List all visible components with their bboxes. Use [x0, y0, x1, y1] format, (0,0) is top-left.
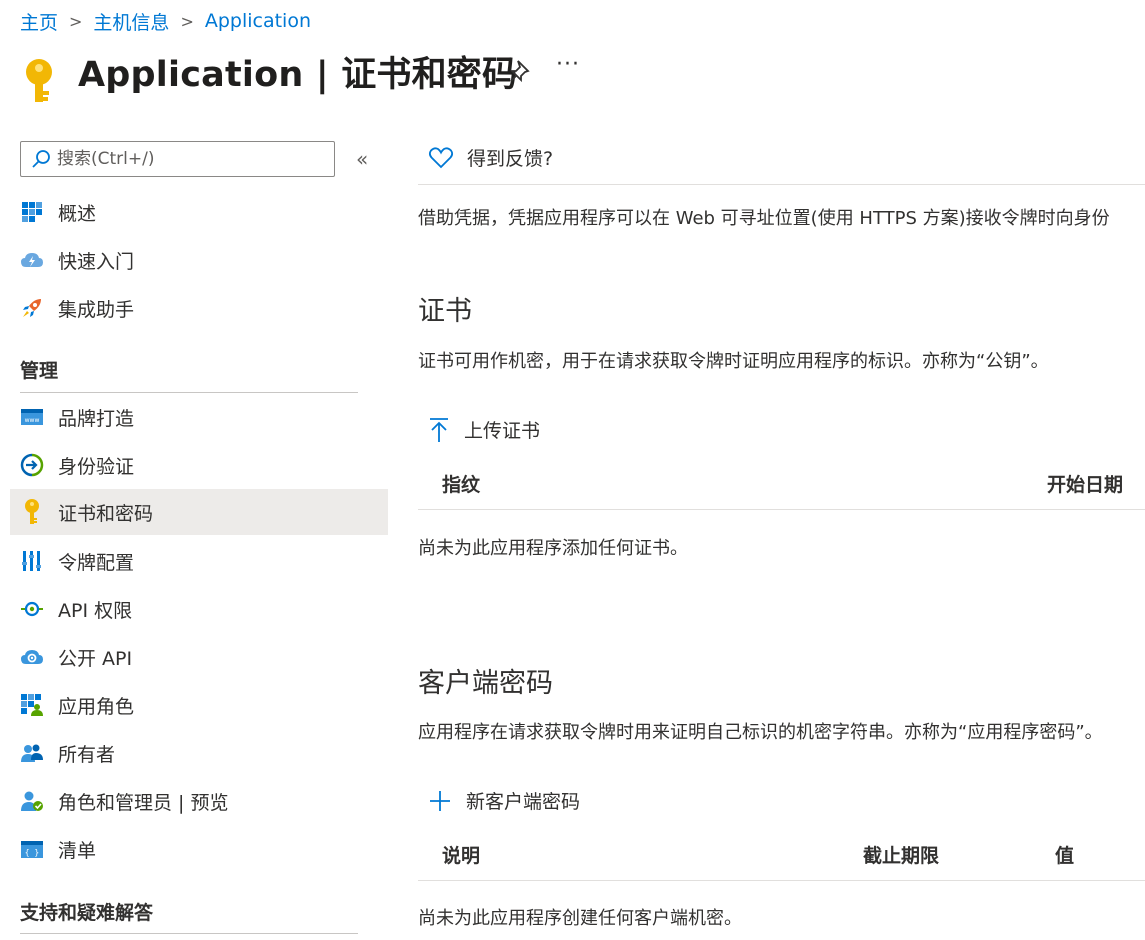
- svg-text:www: www: [25, 417, 40, 424]
- breadcrumb-app-link[interactable]: Application: [205, 10, 311, 32]
- sidebar-item-label: 角色和管理员 | 预览: [58, 791, 229, 814]
- sidebar-item-label: 令牌配置: [58, 551, 135, 574]
- new-client-secret-button[interactable]: 新客户端密码: [428, 787, 580, 814]
- sidebar-item-api-permissions[interactable]: API 权限: [10, 586, 388, 632]
- api-permissions-icon: [20, 597, 44, 621]
- client-secrets-description: 应用程序在请求获取令牌时用来证明自己标识的机密字符串。亦称为“应用程序密码”。: [418, 722, 1103, 743]
- add-icon: [430, 790, 450, 811]
- sidebar-item-integration-assistant[interactable]: 集成助手: [10, 285, 388, 331]
- column-header-expires[interactable]: 截止期限: [863, 841, 939, 868]
- sidebar-item-label: 公开 API: [58, 647, 133, 670]
- sidebar-item-label: 证书和密码: [58, 502, 154, 525]
- branding-www-icon: www: [20, 405, 44, 429]
- rocket-icon: [20, 296, 44, 320]
- feedback-button[interactable]: 得到反馈?: [428, 144, 553, 171]
- sidebar-item-label: 集成助手: [58, 298, 135, 321]
- owners-icon: [20, 741, 44, 765]
- search-icon: [32, 150, 50, 168]
- sidebar-item-manifest[interactable]: { } 清单: [10, 826, 388, 872]
- chevron-right-icon: >: [69, 11, 83, 31]
- certificates-description: 证书可用作机密，用于在请求获取令牌时证明应用程序的标识。亦称为“公钥”。: [418, 351, 1049, 372]
- authentication-icon: [20, 453, 44, 477]
- page-title: Application | 证书和密码: [78, 55, 518, 95]
- sidebar-divider: [20, 392, 358, 393]
- key-icon: [22, 58, 56, 106]
- key-icon: [20, 499, 44, 524]
- manifest-icon: { }: [20, 837, 44, 861]
- sidebar-item-owners[interactable]: 所有者: [10, 730, 388, 776]
- roles-admins-icon: [20, 789, 44, 813]
- chevron-right-icon: >: [180, 11, 194, 31]
- sidebar-item-token-configuration[interactable]: 令牌配置: [10, 538, 388, 584]
- sidebar-item-label: 品牌打造: [58, 407, 135, 430]
- sidebar-item-label: API 权限: [58, 599, 133, 622]
- column-header-description[interactable]: 说明: [442, 841, 480, 868]
- toolbar-divider: [418, 184, 1145, 185]
- expose-api-cloud-icon: [20, 645, 44, 669]
- search-box[interactable]: [20, 141, 335, 177]
- sidebar-item-label: 应用角色: [58, 695, 135, 718]
- certificates-empty-message: 尚未为此应用程序添加任何证书。: [418, 538, 688, 559]
- sidebar-item-branding[interactable]: www 品牌打造: [10, 394, 388, 440]
- sidebar-section-manage: 管理: [20, 360, 59, 382]
- credentials-intro: 借助凭据，凭据应用程序可以在 Web 可寻址位置(使用 HTTPS 方案)接收令…: [418, 208, 1110, 229]
- sidebar-item-overview[interactable]: 概述: [10, 189, 388, 235]
- upload-arrow-icon: [430, 417, 448, 442]
- table-divider: [418, 509, 1145, 510]
- heart-icon: [428, 146, 454, 168]
- column-header-start-date[interactable]: 开始日期: [1047, 470, 1123, 497]
- sidebar-item-label: 清单: [58, 839, 97, 862]
- sidebar-item-app-roles[interactable]: 应用角色: [10, 682, 388, 728]
- sidebar-item-label: 快速入门: [58, 250, 135, 273]
- overview-grid-icon: [20, 200, 44, 224]
- app-roles-icon: [20, 693, 44, 717]
- column-header-value[interactable]: 值: [1055, 841, 1074, 868]
- client-secrets-heading: 客户端密码: [418, 668, 553, 699]
- collapse-sidebar-button[interactable]: «: [356, 147, 368, 171]
- token-config-icon: [20, 549, 44, 573]
- upload-certificate-button[interactable]: 上传证书: [428, 416, 540, 443]
- sidebar-item-label: 所有者: [58, 743, 116, 766]
- sidebar-item-authentication[interactable]: 身份验证: [10, 442, 388, 488]
- search-input[interactable]: [57, 149, 327, 169]
- client-secrets-empty-message: 尚未为此应用程序创建任何客户端机密。: [418, 908, 742, 929]
- sidebar-divider: [20, 933, 358, 934]
- breadcrumb: 主页 > 主机信息 > Application: [20, 8, 311, 34]
- certificates-heading: 证书: [418, 296, 472, 327]
- sidebar-item-certificates-secrets[interactable]: 证书和密码: [10, 489, 388, 535]
- sidebar-item-expose-api[interactable]: 公开 API: [10, 634, 388, 680]
- sidebar-item-label: 概述: [58, 202, 97, 225]
- sidebar-item-quickstart[interactable]: 快速入门: [10, 237, 388, 283]
- table-divider: [418, 880, 1145, 881]
- breadcrumb-host-link[interactable]: 主机信息: [93, 8, 169, 35]
- quickstart-cloud-icon: [20, 248, 44, 272]
- feedback-label: 得到反馈?: [467, 148, 554, 170]
- new-client-secret-label: 新客户端密码: [466, 791, 581, 813]
- breadcrumb-home-link[interactable]: 主页: [20, 8, 58, 35]
- sidebar-item-roles-administrators[interactable]: 角色和管理员 | 预览: [10, 778, 388, 824]
- sidebar-section-support: 支持和疑难解答: [20, 902, 154, 924]
- svg-text:{ }: { }: [25, 848, 39, 857]
- upload-certificate-label: 上传证书: [464, 420, 541, 442]
- pin-icon[interactable]: [508, 57, 534, 85]
- more-options-button[interactable]: ···: [556, 52, 580, 77]
- column-header-thumbprint[interactable]: 指纹: [442, 470, 480, 497]
- sidebar-item-label: 身份验证: [58, 455, 135, 478]
